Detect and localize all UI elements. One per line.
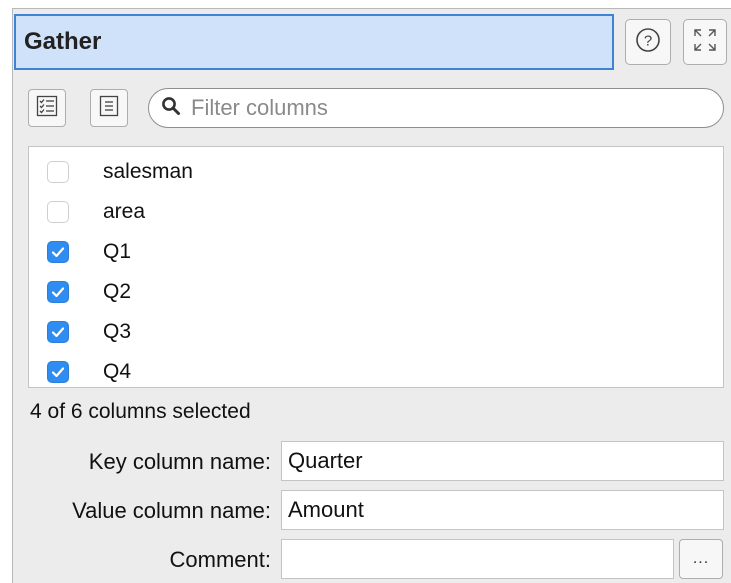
column-label: salesman	[103, 160, 193, 183]
select-all-columns-button[interactable]	[28, 89, 66, 127]
selection-status: 4 of 6 columns selected	[30, 400, 251, 423]
checklist-icon	[36, 95, 58, 122]
filter-columns-input[interactable]	[189, 94, 693, 122]
question-circle-icon: ?	[634, 26, 662, 59]
column-label: Q1	[103, 240, 132, 263]
column-list: salesman area Q1 Q2 Q3 Q4	[28, 146, 724, 388]
column-checkbox[interactable]	[47, 361, 69, 383]
column-checkbox[interactable]	[47, 281, 69, 303]
value-column-label: Value column name:	[72, 498, 271, 523]
checkmark-icon	[51, 327, 65, 338]
expand-button[interactable]	[683, 19, 727, 65]
svg-text:?: ?	[644, 32, 652, 49]
column-label: Q2	[103, 280, 132, 303]
comment-input[interactable]	[281, 539, 674, 579]
column-checkbox[interactable]	[47, 201, 69, 223]
checkmark-icon	[51, 287, 65, 298]
checkmark-icon	[51, 247, 65, 258]
comment-more-button[interactable]: ...	[679, 539, 723, 579]
column-label: area	[103, 200, 146, 223]
key-column-label: Key column name:	[88, 449, 271, 474]
search-icon	[161, 96, 181, 121]
column-checkbox[interactable]	[47, 321, 69, 343]
filter-columns-field[interactable]	[148, 88, 724, 128]
key-column-input[interactable]	[281, 441, 724, 481]
column-checkbox[interactable]	[47, 241, 69, 263]
panel-title: Gather	[24, 28, 102, 55]
checkmark-icon	[51, 367, 65, 378]
list-item[interactable]: Q1	[29, 232, 723, 272]
column-checkbox[interactable]	[47, 161, 69, 183]
select-none-columns-button[interactable]	[90, 89, 128, 127]
list-item[interactable]: Q3	[29, 312, 723, 352]
list-item[interactable]: salesman	[29, 152, 723, 192]
column-label: Q3	[103, 320, 132, 343]
list-item[interactable]: Q4	[29, 352, 723, 392]
comment-label: Comment:	[169, 547, 271, 572]
list-icon	[98, 95, 120, 122]
value-column-input[interactable]	[281, 490, 724, 530]
help-button[interactable]: ?	[625, 19, 671, 65]
list-item[interactable]: Q2	[29, 272, 723, 312]
panel-title-bar[interactable]: Gather	[14, 14, 614, 70]
list-item[interactable]: area	[29, 192, 723, 232]
column-label: Q4	[103, 360, 132, 383]
expand-arrows-icon	[690, 25, 720, 60]
